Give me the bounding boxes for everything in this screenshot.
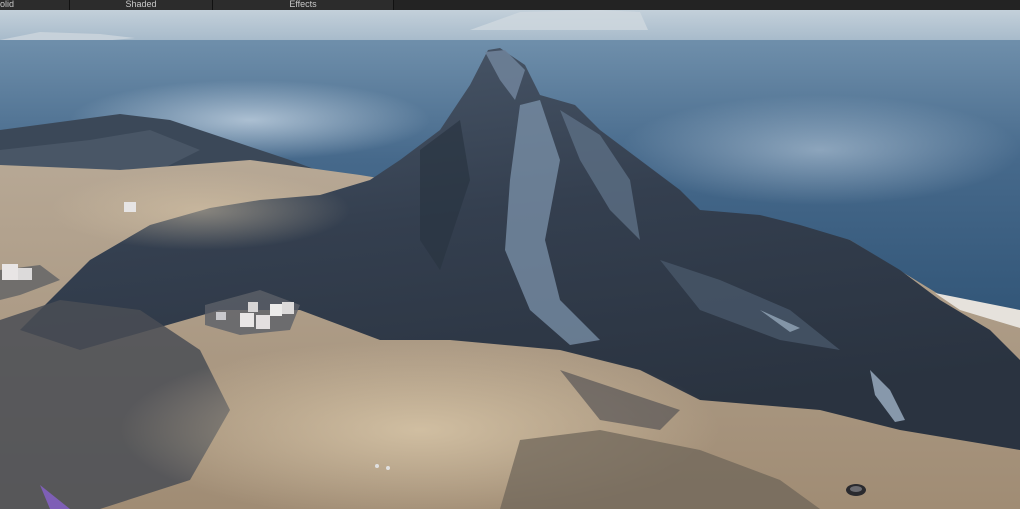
shaded-view-label: Shaded (125, 0, 157, 9)
prop-marker (375, 464, 379, 468)
effects-view-label: Effects (289, 0, 317, 9)
solid-view-button[interactable]: olid (0, 0, 70, 10)
shaded-view-button[interactable]: Shaded (70, 0, 213, 10)
editor-window: olid Shaded Effects (0, 0, 1020, 509)
viewport-toolbar: olid Shaded Effects (0, 0, 1020, 10)
prop-disc-center (850, 486, 862, 492)
effects-view-button[interactable]: Effects (213, 0, 394, 10)
solid-view-label: olid (0, 0, 15, 9)
dust-haze-left (50, 170, 350, 250)
terrain-render (0, 10, 1020, 509)
prop-marker (386, 466, 390, 470)
3d-viewport[interactable] (0, 10, 1020, 509)
sea-sun-reflection-right (620, 95, 1020, 205)
